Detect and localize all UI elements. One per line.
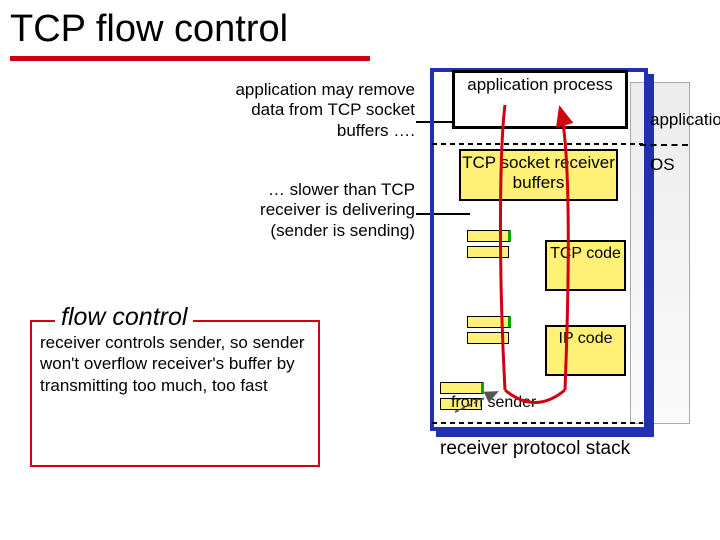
ip-code-box: IP code [545, 325, 626, 376]
title-underline [10, 56, 370, 61]
page-title: TCP flow control [10, 8, 288, 51]
flow-control-box: receiver controls sender, so sender won'… [30, 320, 320, 467]
segment-icon [467, 246, 509, 258]
application-process-box: application process [452, 70, 628, 129]
annotation-slower: … slower than TCP receiver is delivering… [225, 180, 415, 241]
tcp-code-box: TCP code [545, 240, 626, 291]
segment-icon [467, 230, 511, 242]
segment-icon [467, 332, 509, 344]
from-sender-label: from sender [451, 394, 536, 412]
side-label-application: application [650, 110, 720, 130]
side-label-os: OS [650, 155, 675, 175]
annotation-app-remove: application may remove data from TCP soc… [225, 80, 415, 141]
flow-control-text: receiver controls sender, so sender won'… [40, 332, 310, 396]
flow-control-legend: flow control [55, 303, 193, 332]
receiver-protocol-stack-caption: receiver protocol stack [440, 438, 630, 460]
segment-icon [467, 316, 511, 328]
socket-buffers-box: TCP socket receiver buffers [459, 149, 618, 201]
os-divider-dash [640, 144, 688, 146]
segment-icon [440, 382, 484, 394]
